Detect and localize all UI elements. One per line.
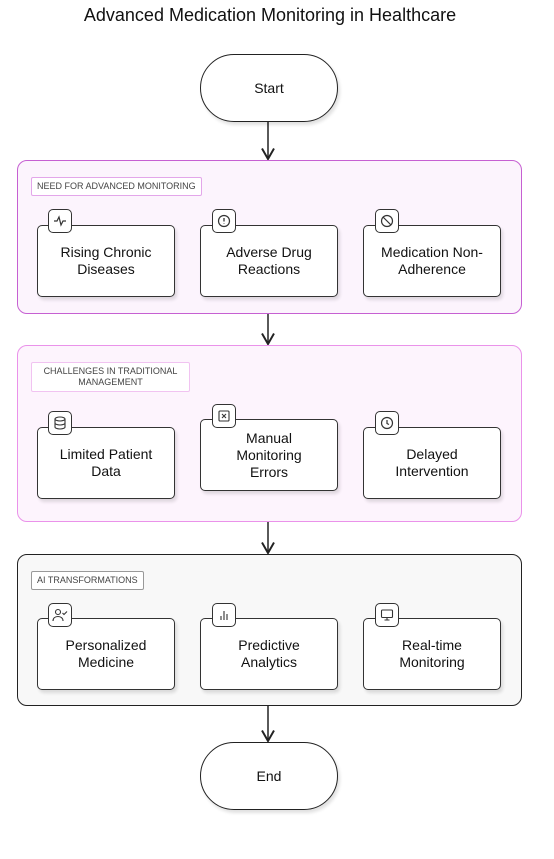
card-label: Real-time Monitoring [399,637,465,670]
card-label: Predictive Analytics [238,637,300,670]
card-label: Personalized Medicine [65,637,147,670]
card-personalized-medicine: Personalized Medicine [37,618,175,690]
database-icon [48,411,72,435]
card-label: Medication Non-Adherence [381,244,483,277]
card-predictive-analytics: Predictive Analytics [200,618,338,690]
card-adverse-drug-reactions: Adverse Drug Reactions [200,225,338,297]
ban-icon [375,209,399,233]
card-label: Manual Monitoring Errors [236,429,302,480]
user-check-icon [48,603,72,627]
group-label: CHALLENGES IN TRADITIONAL MANAGEMENT [31,362,190,392]
card-medication-non-adherence: Medication Non-Adherence [363,225,501,297]
card-label: Limited Patient Data [59,446,153,479]
card-real-time-monitoring: Real-time Monitoring [363,618,501,690]
start-node: Start [200,54,338,122]
end-node: End [200,742,338,810]
alert-circle-icon [212,209,236,233]
start-label: Start [254,80,284,96]
monitor-icon [375,603,399,627]
clock-icon [375,411,399,435]
x-square-icon [212,404,236,428]
card-rising-chronic-diseases: Rising Chronic Diseases [37,225,175,297]
card-limited-patient-data: Limited Patient Data [37,427,175,499]
group-label: NEED FOR ADVANCED MONITORING [31,177,202,196]
activity-icon [48,209,72,233]
end-label: End [256,768,282,784]
card-label: Delayed Intervention [395,446,469,479]
card-label: Rising Chronic Diseases [60,244,152,277]
card-label: Adverse Drug Reactions [226,244,312,277]
bar-chart-icon [212,603,236,627]
group-label: AI TRANSFORMATIONS [31,571,144,590]
card-manual-monitoring-errors: Manual Monitoring Errors [200,419,338,491]
card-delayed-intervention: Delayed Intervention [363,427,501,499]
